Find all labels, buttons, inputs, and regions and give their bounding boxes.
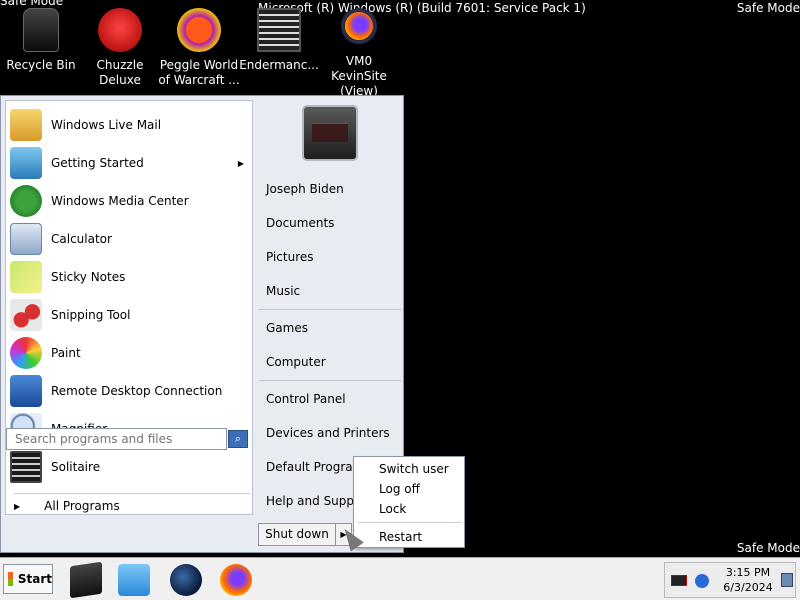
desktop-icon-label: Endermanc... (239, 58, 319, 72)
start-menu-item-label: Solitaire (51, 460, 101, 474)
start-menu-link-documents[interactable]: Documents (266, 216, 334, 230)
paint-icon (10, 337, 42, 369)
submenu-arrow-icon: ▶ (237, 158, 244, 168)
separator (358, 522, 462, 523)
start-menu-item-windows-live-mail[interactable]: Windows Live Mail (10, 107, 250, 143)
desktop-icon-label: Chuzzle Deluxe (96, 58, 144, 87)
start-menu-item-label: Sticky Notes (51, 270, 126, 284)
shutdown-button[interactable]: Shut down (258, 523, 336, 546)
clock[interactable]: 3:15 PM 6/3/2024 (721, 565, 775, 595)
tray-monitor-icon[interactable] (671, 575, 687, 586)
menu-item-restart[interactable]: Restart (379, 530, 422, 544)
desktop-icon-chuzzle[interactable]: Chuzzle Deluxe (79, 8, 161, 88)
sticky-notes-icon (10, 261, 42, 293)
separator (14, 493, 250, 494)
solitaire-icon (10, 451, 42, 483)
start-menu-program-list: Windows Live Mail Getting Started ▶ Wind… (5, 100, 253, 515)
clock-time: 3:15 PM (725, 566, 771, 579)
start-menu-item-label: Windows Live Mail (51, 118, 162, 132)
start-label: Start (17, 572, 52, 586)
desktop-icon-endermanch[interactable]: Endermanc... (238, 8, 320, 73)
start-menu-link-devices-printers[interactable]: Devices and Printers (266, 426, 390, 440)
firefox-icon (341, 8, 377, 44)
triangle-right-icon: ▶ (14, 501, 21, 511)
start-menu-item-paint[interactable]: Paint (10, 335, 250, 371)
safe-mode-label-top-right: Safe Mode (736, 1, 800, 15)
start-menu-link-pictures[interactable]: Pictures (266, 250, 314, 264)
start-menu-link-games[interactable]: Games (266, 321, 308, 335)
separator (259, 309, 401, 310)
desktop-icon-peggle[interactable]: Peggle World of Warcraft ... (158, 8, 240, 88)
windows-logo-icon (8, 572, 13, 586)
start-menu-link-music[interactable]: Music (266, 284, 300, 298)
start-menu-item-label: Calculator (51, 232, 112, 246)
start-menu-link-user[interactable]: Joseph Biden (266, 182, 344, 196)
start-menu-item-getting-started[interactable]: Getting Started ▶ (10, 145, 250, 181)
all-programs-button[interactable]: ▶ All Programs (14, 499, 120, 513)
menu-item-lock[interactable]: Lock (379, 502, 406, 516)
start-menu-item-label: Paint (51, 346, 81, 360)
power-options-menu: Switch user Log off Lock Restart (353, 456, 465, 548)
scissors-icon (10, 299, 42, 331)
start-menu-item-label: Getting Started (51, 156, 144, 170)
start-menu-link-control-panel[interactable]: Control Panel (266, 392, 346, 406)
desktop-icon-label: Peggle World of Warcraft ... (158, 58, 240, 87)
separator (259, 380, 401, 381)
start-menu: Windows Live Mail Getting Started ▶ Wind… (0, 95, 404, 553)
user-avatar[interactable] (302, 105, 358, 161)
recycle-bin-icon (23, 8, 59, 52)
start-menu-link-computer[interactable]: Computer (266, 355, 326, 369)
clock-date: 6/3/2024 (723, 581, 773, 594)
desktop-icon-label: Recycle Bin (6, 58, 76, 72)
peggle-icon (177, 8, 221, 52)
system-tray: 3:15 PM 6/3/2024 (664, 562, 796, 598)
taskbar: Start 3:15 PM 6/3/2024 (0, 557, 800, 600)
start-menu-item-sticky-notes[interactable]: Sticky Notes (10, 259, 250, 295)
media-center-icon (10, 185, 42, 217)
search-icon[interactable]: ⌕ (228, 430, 248, 448)
start-menu-item-label: Remote Desktop Connection (51, 384, 223, 398)
desktop-icon-label: VM0 KevinSite (View) (331, 54, 387, 98)
chuzzle-icon (98, 8, 142, 52)
globe-icon[interactable] (170, 564, 202, 596)
start-button[interactable]: Start (3, 564, 53, 594)
taskbar-app-icon-box[interactable] (70, 561, 102, 599)
menu-item-log-off[interactable]: Log off (379, 482, 420, 496)
start-menu-item-label: Windows Media Center (51, 194, 189, 208)
media-player-icon[interactable] (118, 564, 150, 596)
start-menu-item-solitaire[interactable]: Solitaire (10, 449, 250, 485)
start-menu-item-calculator[interactable]: Calculator (10, 221, 250, 257)
desktop-icon-recycle-bin[interactable]: Recycle Bin (0, 8, 82, 73)
safe-mode-label-top-left: Safe Mode (0, 0, 64, 8)
menu-item-switch-user[interactable]: Switch user (379, 462, 449, 476)
remote-desktop-icon (10, 375, 42, 407)
search-input[interactable] (6, 428, 227, 450)
all-programs-label: All Programs (44, 499, 120, 513)
start-menu-item-windows-media-center[interactable]: Windows Media Center (10, 183, 250, 219)
desktop-icon-vm0-kevinsite[interactable]: VM0 KevinSite (View) (318, 8, 400, 99)
firefox-taskbar-icon[interactable] (220, 564, 252, 596)
getting-started-icon (10, 147, 42, 179)
terminal-icon (257, 8, 301, 52)
mail-icon (10, 109, 42, 141)
start-menu-item-label: Snipping Tool (51, 308, 131, 322)
start-menu-item-remote-desktop-connection[interactable]: Remote Desktop Connection (10, 373, 250, 409)
start-menu-item-snipping-tool[interactable]: Snipping Tool (10, 297, 250, 333)
calculator-icon (10, 223, 42, 255)
safe-mode-label-bottom-right: Safe Mode (736, 541, 800, 555)
tray-network-icon[interactable] (695, 574, 709, 588)
show-desktop-icon[interactable] (781, 573, 793, 587)
